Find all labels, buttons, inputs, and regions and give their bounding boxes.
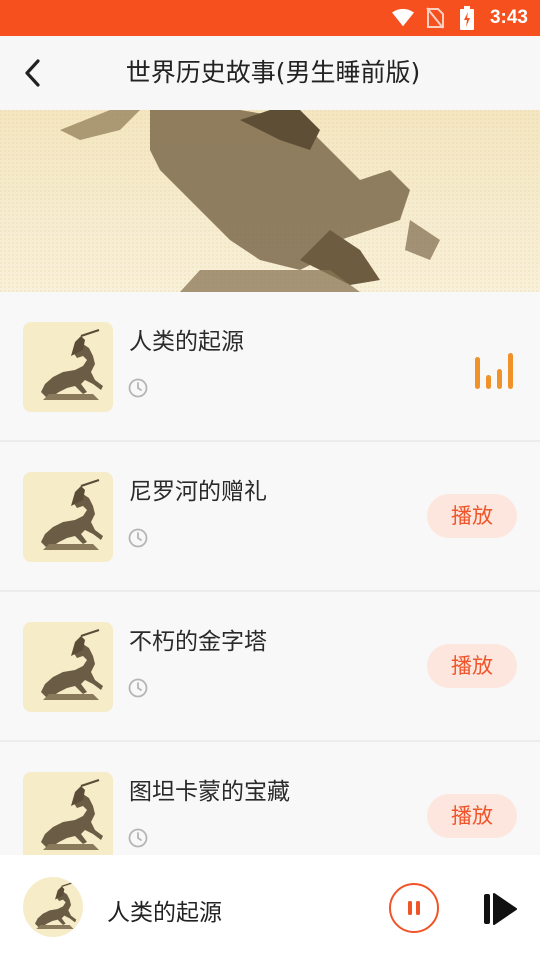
play-button[interactable]: 播放 — [427, 644, 517, 688]
play-button[interactable]: 播放 — [427, 794, 517, 838]
mini-player[interactable]: 人类的起源 — [0, 855, 540, 960]
track-title: 不朽的金字塔 — [129, 629, 267, 655]
status-time: 3:43 — [489, 7, 528, 28]
track-thumbnail — [23, 322, 113, 412]
track-thumbnail — [23, 772, 113, 862]
track-thumbnail — [23, 622, 113, 712]
album-banner — [0, 110, 540, 292]
track-thumbnail — [23, 472, 113, 562]
pause-icon — [408, 901, 420, 915]
horseman-statue-banner — [0, 110, 540, 292]
track-row[interactable]: 人类的起源 — [0, 292, 540, 442]
track-title: 尼罗河的赠礼 — [129, 479, 267, 505]
clock-icon — [128, 678, 148, 698]
track-title: 人类的起源 — [129, 329, 244, 355]
wifi-icon — [391, 7, 414, 29]
equalizer-playing-icon — [475, 353, 513, 389]
track-row[interactable]: 尼罗河的赠礼 播放 — [0, 442, 540, 592]
no-sim-icon — [424, 7, 446, 29]
play-button[interactable]: 播放 — [427, 494, 517, 538]
skip-next-icon[interactable] — [480, 891, 520, 927]
app-bar: 世界历史故事(男生睡前版) — [0, 36, 540, 110]
now-playing-disc — [23, 877, 83, 937]
back-button[interactable] — [14, 54, 52, 92]
track-title: 图坦卡蒙的宝藏 — [129, 779, 290, 805]
now-playing-title: 人类的起源 — [107, 900, 222, 926]
clock-icon — [128, 828, 148, 848]
battery-charging-icon — [456, 6, 478, 30]
status-bar: 3:43 — [0, 0, 540, 36]
track-list: 人类的起源 尼罗河的赠礼 播放 不朽的金字塔 播放 图坦卡蒙的宝藏 播放 — [0, 292, 540, 892]
clock-icon — [128, 528, 148, 548]
pause-button[interactable] — [389, 883, 439, 933]
page-title: 世界历史故事(男生睡前版) — [125, 58, 421, 87]
back-arrow-icon — [25, 59, 40, 87]
track-row[interactable]: 不朽的金字塔 播放 — [0, 592, 540, 742]
clock-icon — [128, 378, 148, 398]
